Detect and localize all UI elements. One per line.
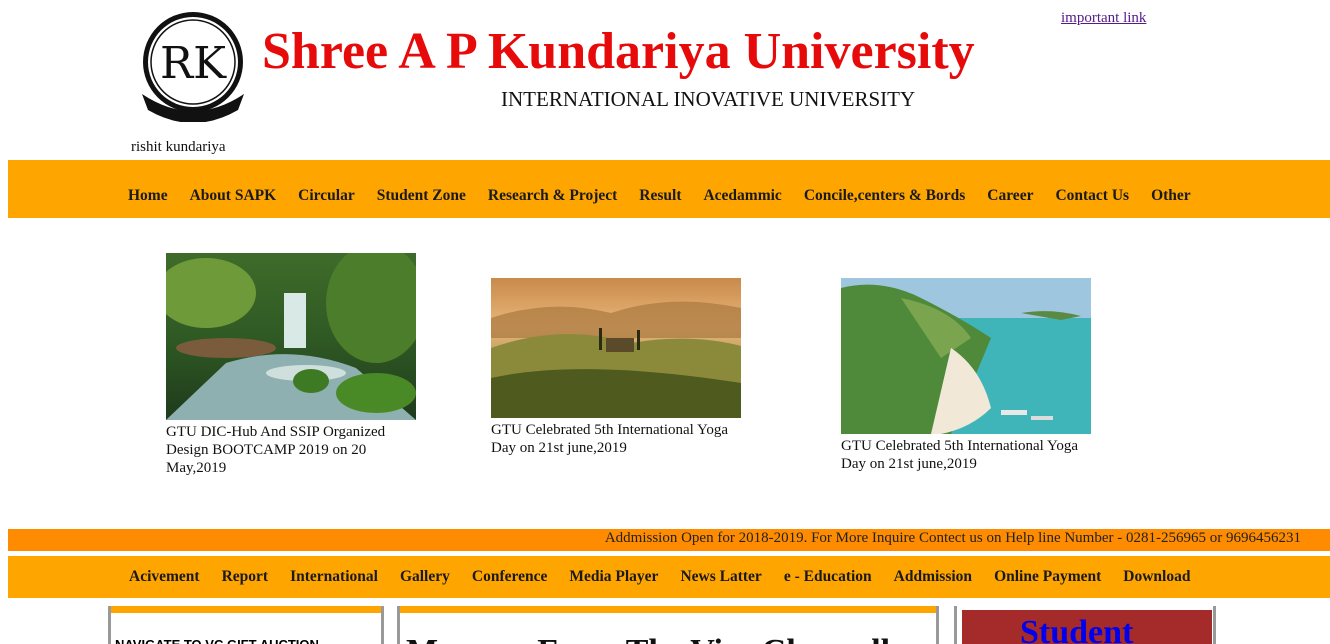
tuscany-landscape-image[interactable]	[491, 278, 741, 418]
panel-top-band	[400, 606, 936, 613]
vc-message-heading: Message From The Vice Chancellor	[400, 613, 936, 644]
important-link[interactable]: important link	[1061, 10, 1146, 27]
nav-international[interactable]: International	[290, 568, 378, 586]
ticker-text: Addmission Open for 2018-2019. For More …	[604, 530, 1301, 546]
nav-gallery[interactable]: Gallery	[400, 568, 450, 586]
nav-concile-centers-bords[interactable]: Concile,centers & Bords	[804, 187, 965, 205]
nav-acedammic[interactable]: Acedammic	[703, 187, 781, 205]
nav-acivement[interactable]: Acivement	[129, 568, 200, 586]
vc-gift-auction-link[interactable]: NAVIGATE TO VC GIFT AUCTION	[111, 613, 381, 644]
owner-name: rishit kundariya	[131, 139, 226, 155]
nav-conference[interactable]: Conference	[472, 568, 547, 586]
nav-report[interactable]: Report	[222, 568, 269, 586]
primary-nav: Home About SAPK Circular Student Zone Re…	[8, 160, 1330, 218]
gallery-caption: GTU Celebrated 5th International Yoga Da…	[841, 438, 1079, 472]
secondary-nav: Acivement Report International Gallery C…	[8, 556, 1330, 598]
nav-career[interactable]: Career	[987, 187, 1033, 205]
waterfall-image[interactable]	[166, 253, 416, 420]
nav-download[interactable]: Download	[1123, 568, 1190, 586]
nav-news-latter[interactable]: News Latter	[680, 568, 761, 586]
nav-media-player[interactable]: Media Player	[569, 568, 658, 586]
nav-circular[interactable]: Circular	[298, 187, 355, 205]
nav-e-education[interactable]: e - Education	[784, 568, 872, 586]
university-subtitle: INTERNATIONAL INOVATIVE UNIVERSITY	[501, 87, 916, 111]
nav-about-sapk[interactable]: About SAPK	[190, 187, 277, 205]
university-title: Shree A P Kundariya University	[262, 23, 975, 80]
vc-message-panel: Message From The Vice Chancellor	[397, 606, 939, 644]
nav-online-payment[interactable]: Online Payment	[994, 568, 1101, 586]
nav-result[interactable]: Result	[639, 187, 681, 205]
gallery-card: GTU Celebrated 5th International Yoga Da…	[491, 278, 741, 457]
gallery-card: GTU DIC-Hub And SSIP Organized Design BO…	[166, 253, 416, 477]
nav-contact-us[interactable]: Contact Us	[1055, 187, 1129, 205]
student-heading[interactable]: Student	[962, 610, 1212, 644]
university-logo: RK	[142, 12, 244, 122]
nav-research-project[interactable]: Research & Project	[488, 187, 617, 205]
admission-ticker: Addmission Open for 2018-2019. For More …	[8, 529, 1330, 551]
student-panel: Student	[954, 606, 1216, 644]
student-panel-inner: Student	[962, 610, 1212, 644]
beach-island-image[interactable]	[841, 278, 1091, 434]
nav-student-zone[interactable]: Student Zone	[377, 187, 466, 205]
nav-addmission[interactable]: Addmission	[894, 568, 972, 586]
gallery-caption: GTU DIC-Hub And SSIP Organized Design BO…	[166, 424, 386, 476]
gallery-card: GTU Celebrated 5th International Yoga Da…	[841, 278, 1091, 473]
logo-text: RK	[160, 38, 227, 89]
nav-home[interactable]: Home	[128, 187, 168, 205]
panel-top-band	[111, 606, 381, 613]
nav-other[interactable]: Other	[1151, 187, 1191, 205]
gallery-caption: GTU Celebrated 5th International Yoga Da…	[491, 422, 729, 456]
vc-gift-auction-panel[interactable]: NAVIGATE TO VC GIFT AUCTION	[108, 606, 384, 644]
